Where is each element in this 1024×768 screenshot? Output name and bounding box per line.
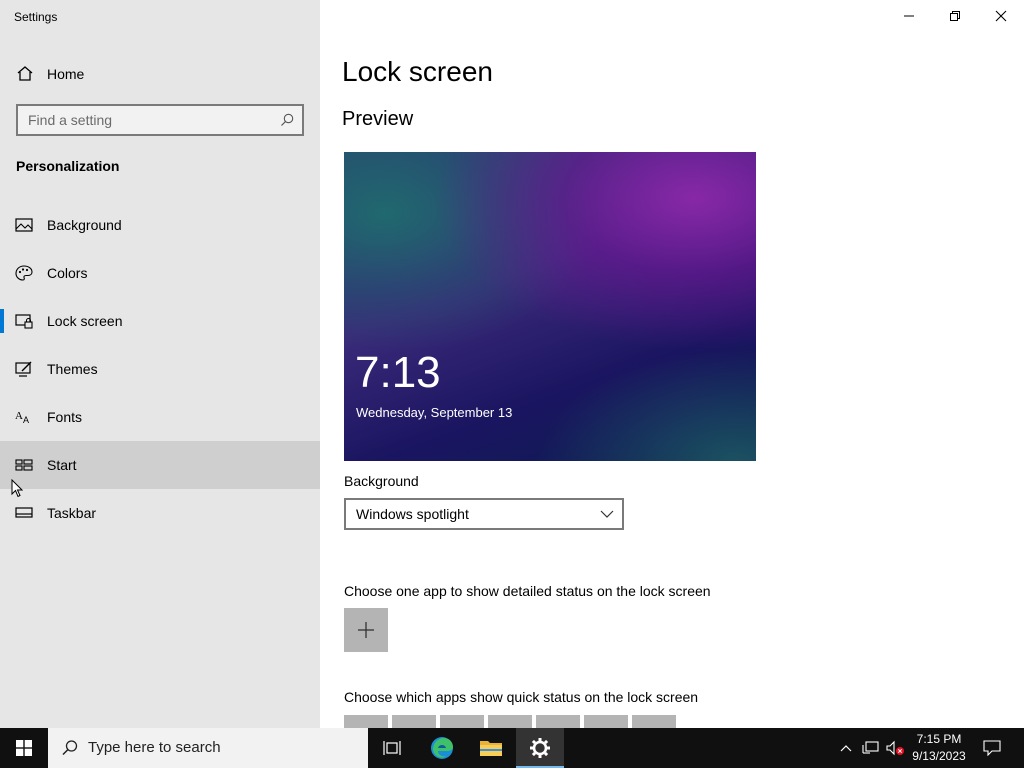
volume-muted-icon	[886, 740, 904, 756]
sidebar-item-lock-screen[interactable]: Lock screen	[0, 297, 320, 345]
sidebar-item-label: Colors	[47, 265, 88, 281]
selection-indicator	[0, 309, 4, 333]
settings-search-input[interactable]	[18, 106, 268, 134]
quick-status-slot[interactable]	[344, 715, 388, 728]
sidebar-item-label: Start	[47, 457, 77, 473]
quick-status-slot[interactable]	[632, 715, 676, 728]
quick-status-slot[interactable]	[392, 715, 436, 728]
nav-home-label: Home	[47, 66, 85, 82]
sidebar-item-label: Background	[47, 217, 122, 233]
search-icon[interactable]	[280, 113, 294, 127]
taskbar: Type here to search 7:15 PM 9/13/2023	[0, 728, 1024, 768]
sidebar-item-label: Taskbar	[47, 505, 97, 521]
edge-icon	[431, 737, 453, 759]
volume-tray-button[interactable]	[884, 728, 906, 768]
sidebar-item-label: Fonts	[47, 409, 83, 425]
window-title: Settings	[14, 10, 58, 24]
nav-home[interactable]: Home	[0, 56, 320, 90]
add-detailed-status-app-button[interactable]	[344, 608, 388, 652]
sidebar-item-taskbar[interactable]: Taskbar	[0, 489, 320, 537]
themes-icon	[15, 361, 32, 377]
svg-text:A: A	[15, 410, 23, 422]
lock-screen-icon	[15, 314, 33, 329]
start-button[interactable]	[0, 728, 48, 768]
mouse-cursor-icon	[11, 479, 23, 498]
sidebar-item-themes[interactable]: Themes	[0, 345, 320, 393]
preview-heading: Preview	[342, 108, 414, 130]
taskbar-search-box[interactable]: Type here to search	[48, 728, 368, 768]
background-dropdown-value: Windows spotlight	[356, 506, 469, 522]
sidebar-item-label: Lock screen	[47, 313, 123, 329]
palette-icon	[15, 265, 33, 281]
notification-icon	[983, 740, 1001, 756]
clock-date: 9/13/2023	[912, 749, 966, 763]
start-icon	[15, 459, 33, 471]
settings-search-box[interactable]	[16, 104, 304, 136]
chevron-down-icon	[600, 510, 614, 518]
preview-time: 7:13	[355, 348, 441, 397]
sidebar-item-start[interactable]: Start	[0, 441, 320, 489]
background-dropdown[interactable]: Windows spotlight	[344, 498, 624, 530]
quick-status-label: Choose which apps show quick status on t…	[344, 689, 699, 705]
home-icon	[17, 66, 33, 81]
picture-icon	[15, 218, 33, 232]
quick-status-slot[interactable]	[584, 715, 628, 728]
gear-icon	[530, 738, 550, 758]
page-title: Lock screen	[342, 56, 493, 87]
restore-button[interactable]	[932, 0, 978, 32]
chevron-up-icon	[840, 745, 852, 752]
close-icon	[995, 10, 1007, 22]
network-icon	[862, 741, 879, 754]
sidebar-item-background[interactable]: Background	[0, 201, 320, 249]
quick-status-slot[interactable]	[536, 715, 580, 728]
sidebar: Settings Home Personalization Background…	[0, 0, 320, 728]
folder-icon	[480, 741, 502, 756]
task-view-button[interactable]	[368, 728, 416, 768]
search-icon	[62, 740, 78, 756]
sidebar-item-colors[interactable]: Colors	[0, 249, 320, 297]
close-button[interactable]	[978, 0, 1024, 32]
fonts-icon: A A	[15, 410, 29, 425]
taskbar-search-text: Type here to search	[88, 739, 221, 756]
preview-date: Wednesday, September 13	[356, 405, 513, 420]
minimize-icon	[904, 15, 914, 17]
plus-icon	[358, 622, 374, 638]
detailed-status-label: Choose one app to show detailed status o…	[344, 583, 711, 599]
sidebar-item-label: Themes	[47, 361, 98, 377]
lock-screen-preview: 7:13 Wednesday, September 13	[344, 152, 756, 461]
taskbar-icon	[15, 507, 33, 518]
edge-button[interactable]	[418, 728, 466, 768]
section-title: Personalization	[16, 158, 120, 174]
notifications-button[interactable]	[978, 728, 1006, 768]
quick-status-slot[interactable]	[488, 715, 532, 728]
quick-status-slot[interactable]	[440, 715, 484, 728]
show-hidden-icons-button[interactable]	[836, 728, 856, 768]
clock-time: 7:15 PM	[916, 732, 962, 746]
task-view-icon	[383, 741, 401, 755]
restore-icon	[950, 11, 960, 21]
background-label: Background	[344, 473, 419, 489]
settings-taskbar-button[interactable]	[516, 728, 564, 768]
taskbar-clock[interactable]: 7:15 PM 9/13/2023	[908, 731, 970, 765]
file-explorer-button[interactable]	[467, 728, 515, 768]
network-tray-button[interactable]	[860, 728, 882, 768]
windows-logo-icon	[16, 740, 32, 756]
minimize-button[interactable]	[886, 0, 932, 32]
svg-text:A: A	[23, 415, 29, 425]
sidebar-item-fonts[interactable]: A A Fonts	[0, 393, 320, 441]
